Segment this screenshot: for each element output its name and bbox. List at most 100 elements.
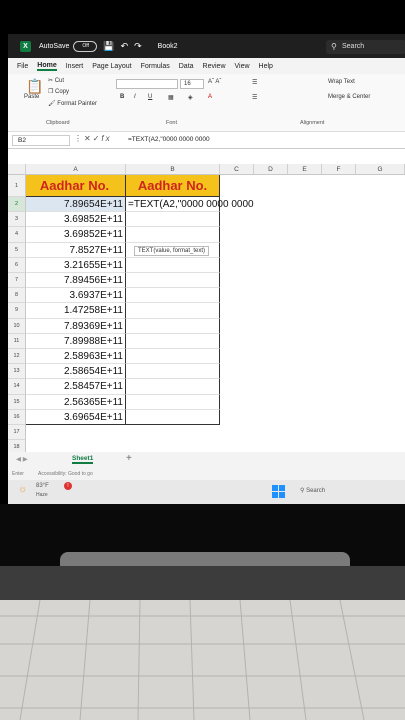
row-header[interactable]: 10 bbox=[8, 318, 26, 334]
bold-button[interactable]: B bbox=[120, 94, 124, 100]
cell-b[interactable] bbox=[126, 212, 220, 228]
align-top-icon[interactable]: ☰ bbox=[252, 79, 257, 86]
save-icon[interactable]: 💾 bbox=[103, 41, 114, 52]
row-header[interactable]: 5 bbox=[8, 242, 26, 258]
tab-formulas[interactable]: Formulas bbox=[141, 63, 170, 70]
cell-b[interactable] bbox=[126, 273, 220, 289]
formula-input[interactable]: =TEXT(A2,"0000 0000 0000 bbox=[128, 136, 210, 143]
cell-b[interactable] bbox=[126, 257, 220, 273]
search-input[interactable]: ⚲ Search bbox=[326, 40, 405, 54]
cell-a[interactable]: 3.21655E+11 bbox=[26, 257, 126, 273]
tab-file[interactable]: File bbox=[17, 63, 28, 70]
column-header-e[interactable]: E bbox=[288, 164, 322, 175]
worksheet-grid[interactable]: A B C D E F G 1 Aadhar No. Aadhar No. 2 7.89… bbox=[8, 164, 405, 464]
sheet-tab-sheet1[interactable]: Sheet1 bbox=[72, 455, 94, 464]
column-header-a[interactable]: A bbox=[26, 164, 126, 175]
row-header[interactable]: 9 bbox=[8, 303, 26, 319]
name-box[interactable]: B2 bbox=[12, 135, 70, 146]
cell-b[interactable] bbox=[126, 364, 220, 380]
row-header[interactable]: 4 bbox=[8, 227, 26, 243]
tab-help[interactable]: Help bbox=[259, 63, 273, 70]
row-header[interactable]: 11 bbox=[8, 333, 26, 349]
tab-review[interactable]: Review bbox=[203, 63, 226, 70]
cell-b[interactable] bbox=[126, 379, 220, 395]
cell-b[interactable] bbox=[126, 333, 220, 349]
row-header[interactable]: 7 bbox=[8, 273, 26, 289]
cell-b[interactable] bbox=[126, 303, 220, 319]
cell-b2-editing[interactable]: =TEXT(A2,"0000 0000 0000 bbox=[126, 197, 254, 213]
row-header[interactable]: 12 bbox=[8, 349, 26, 365]
tab-data[interactable]: Data bbox=[179, 63, 194, 70]
paste-button[interactable]: Paste bbox=[24, 94, 39, 100]
row-header[interactable]: 2 bbox=[8, 197, 26, 213]
tab-page-layout[interactable]: Page Layout bbox=[92, 63, 131, 70]
cell-a[interactable]: 3.69852E+11 bbox=[26, 212, 126, 228]
row-header[interactable]: 8 bbox=[8, 288, 26, 304]
font-size-dropdown[interactable]: 16 bbox=[180, 79, 204, 89]
taskbar-search[interactable]: ⚲ Search bbox=[300, 487, 325, 494]
row-header[interactable]: 16 bbox=[8, 409, 26, 425]
cell-a[interactable]: 3.69852E+11 bbox=[26, 227, 126, 243]
merge-center-button[interactable]: Merge & Center bbox=[328, 94, 370, 100]
accessibility-status[interactable]: Accessibility: Good to go bbox=[38, 471, 93, 477]
row-header[interactable]: 15 bbox=[8, 394, 26, 410]
column-header-b[interactable]: B bbox=[126, 164, 220, 175]
add-sheet-icon[interactable]: + bbox=[126, 453, 132, 464]
sheet-nav-arrows[interactable]: ◀ ▶ bbox=[16, 455, 28, 463]
italic-button[interactable]: I bbox=[134, 94, 136, 100]
cell-a[interactable]: 7.89456E+11 bbox=[26, 273, 126, 289]
header-cell-a1[interactable]: Aadhar No. bbox=[26, 175, 126, 197]
cell-a[interactable]: 2.58963E+11 bbox=[26, 349, 126, 365]
select-all-corner[interactable] bbox=[8, 164, 26, 175]
cell-a[interactable]: 7.8527E+11 bbox=[26, 242, 126, 258]
windows-start-icon[interactable] bbox=[272, 485, 285, 498]
tab-view[interactable]: View bbox=[235, 63, 250, 70]
copy-button[interactable]: ❐ Copy bbox=[48, 88, 69, 95]
font-name-dropdown[interactable] bbox=[116, 79, 178, 89]
cell-a[interactable]: 7.89654E+11 bbox=[26, 197, 126, 213]
wrap-text-button[interactable]: Wrap Text bbox=[328, 79, 355, 85]
font-grow-button[interactable]: Aˆ Aˇ bbox=[208, 79, 221, 85]
cell-a[interactable]: 7.89369E+11 bbox=[26, 318, 126, 334]
header-cell-b1[interactable]: Aadhar No. bbox=[126, 175, 220, 197]
cell-a[interactable]: 1.47258E+11 bbox=[26, 303, 126, 319]
borders-icon[interactable]: ▦ bbox=[168, 94, 174, 101]
row-header[interactable]: 17 bbox=[8, 425, 26, 441]
cell-b[interactable] bbox=[126, 394, 220, 410]
format-painter-button[interactable]: 🖌 Format Painter bbox=[48, 100, 97, 107]
row-header[interactable]: 3 bbox=[8, 212, 26, 228]
row-header[interactable]: 6 bbox=[8, 257, 26, 273]
paste-icon[interactable]: 📋 bbox=[26, 78, 43, 95]
undo-icon[interactable]: ↶ bbox=[121, 41, 129, 52]
font-color-icon[interactable]: A bbox=[208, 94, 212, 100]
row-header[interactable]: 1 bbox=[8, 175, 26, 197]
formula-icons[interactable]: ⋮✕✓fx bbox=[74, 134, 112, 143]
tab-home[interactable]: Home bbox=[37, 62, 57, 71]
fill-color-icon[interactable]: ◈ bbox=[188, 94, 193, 101]
row-header[interactable]: 13 bbox=[8, 364, 26, 380]
align-left-icon[interactable]: ☰ bbox=[252, 94, 257, 101]
autosave-toggle[interactable]: Off bbox=[73, 40, 98, 52]
cell-b[interactable] bbox=[126, 227, 220, 243]
autosave-label: AutoSave bbox=[39, 42, 70, 50]
cell-b[interactable] bbox=[126, 409, 220, 425]
cell-b[interactable] bbox=[126, 318, 220, 334]
cell-b[interactable] bbox=[126, 288, 220, 304]
column-header-g[interactable]: G bbox=[356, 164, 405, 175]
column-header-f[interactable]: F bbox=[322, 164, 356, 175]
row-header[interactable]: 14 bbox=[8, 379, 26, 395]
cell-a[interactable]: 2.58457E+11 bbox=[26, 379, 126, 395]
tab-insert[interactable]: Insert bbox=[66, 63, 84, 70]
column-header-d[interactable]: D bbox=[254, 164, 288, 175]
cell-a[interactable]: 7.89988E+11 bbox=[26, 333, 126, 349]
underline-button[interactable]: U bbox=[148, 94, 152, 100]
cut-button[interactable]: ✂ Cut bbox=[48, 77, 64, 84]
cell-a[interactable]: 2.58654E+11 bbox=[26, 364, 126, 380]
cell-a[interactable]: 3.69654E+11 bbox=[26, 409, 126, 425]
redo-icon[interactable]: ↷ bbox=[134, 41, 142, 52]
cell-a[interactable]: 3.6937E+11 bbox=[26, 288, 126, 304]
status-mode: Enter bbox=[12, 471, 24, 477]
cell-b[interactable] bbox=[126, 349, 220, 365]
column-header-c[interactable]: C bbox=[220, 164, 254, 175]
cell-a[interactable]: 2.56365E+11 bbox=[26, 394, 126, 410]
